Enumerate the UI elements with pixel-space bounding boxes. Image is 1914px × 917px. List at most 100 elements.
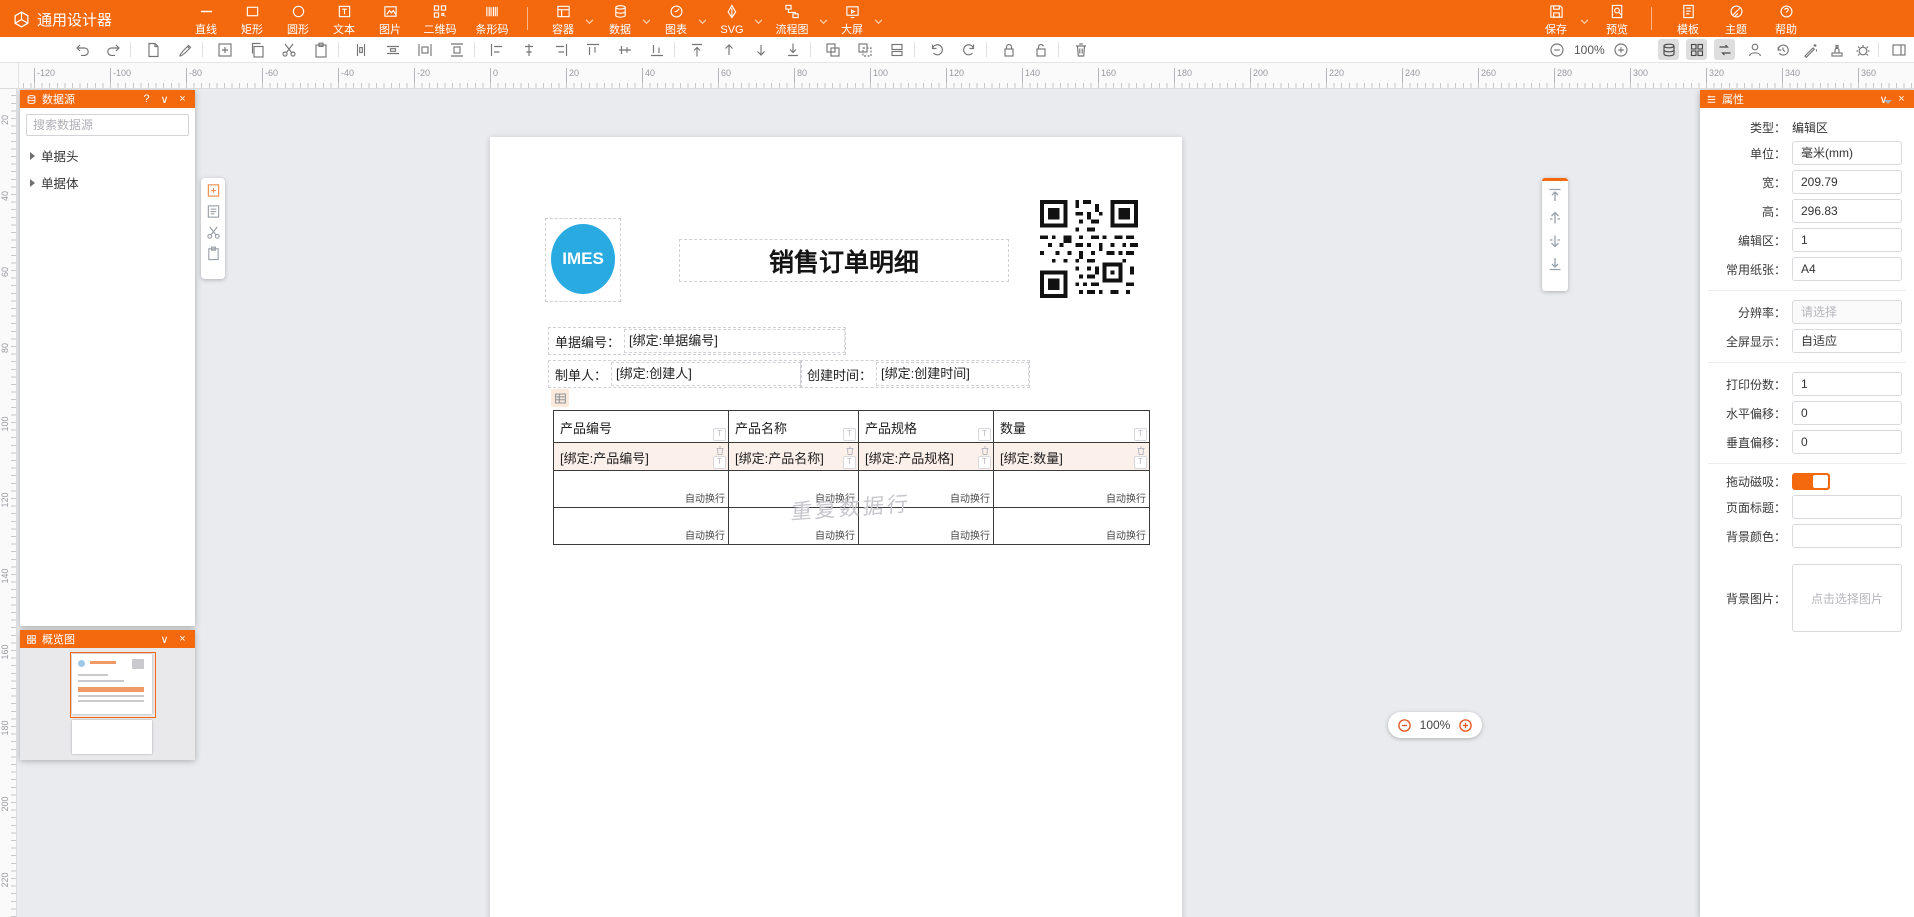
debug-button[interactable] <box>1852 39 1873 60</box>
layer-order-button[interactable] <box>886 39 907 60</box>
overview-panel-header[interactable]: 概览图 ∨ × <box>20 630 195 648</box>
tool-rect[interactable]: 矩形 <box>241 4 263 36</box>
tree-item-doc-body[interactable]: 单据体 <box>20 169 195 196</box>
properties-close-button[interactable]: × <box>1895 93 1908 105</box>
paper-select[interactable]: A4 <box>1792 257 1902 281</box>
binding-cell[interactable]: [绑定:产品名称]T <box>729 443 859 470</box>
width-input[interactable]: 209.79 <box>1792 170 1902 194</box>
format-painter-button[interactable] <box>174 39 195 60</box>
zoom-out-button[interactable] <box>1546 39 1567 60</box>
panel-datasource-toggle[interactable] <box>1658 39 1679 60</box>
add-section-icon[interactable] <box>206 183 221 198</box>
binding-cell[interactable]: [绑定:数量]T <box>994 443 1149 470</box>
logo-element[interactable]: IMES <box>545 218 621 302</box>
help-button[interactable]: 帮助 <box>1775 4 1797 36</box>
header-cell[interactable]: 数量T <box>994 411 1149 442</box>
align-middle-button[interactable] <box>614 39 635 60</box>
align-right-button[interactable] <box>550 39 571 60</box>
design-page[interactable]: IMES 销售订单明细 <box>490 137 1182 917</box>
binding-cell[interactable]: [绑定:产品规格]T <box>859 443 994 470</box>
overview-close-button[interactable]: × <box>176 633 189 645</box>
theme-button[interactable]: 主题 <box>1725 4 1747 36</box>
save-button[interactable]: 保存 <box>1545 4 1567 36</box>
move-down-icon[interactable] <box>1547 233 1563 249</box>
tool-qrcode[interactable]: 二维码 <box>424 4 457 36</box>
voffset-input[interactable]: 0 <box>1792 430 1902 454</box>
zoom-out-icon[interactable] <box>1397 718 1412 733</box>
send-to-back-button[interactable] <box>782 39 803 60</box>
overview-collapse-button[interactable]: ∨ <box>158 633 171 646</box>
unit-select[interactable]: 毫米(mm) <box>1792 141 1902 165</box>
overview-viewport-rect[interactable] <box>70 652 156 718</box>
height-input[interactable]: 296.83 <box>1792 199 1902 223</box>
expand-caret-icon[interactable] <box>30 179 35 187</box>
datasource-panel-header[interactable]: 数据源 ? ∨ × <box>20 90 195 108</box>
tool-container[interactable]: 容器 <box>552 4 574 36</box>
align-center-h-button[interactable] <box>518 39 539 60</box>
tool-chart[interactable]: 图表 <box>665 4 687 36</box>
empty-cell[interactable]: 自动换行 <box>994 471 1149 507</box>
panel-overview-toggle[interactable] <box>1686 39 1707 60</box>
undo-button[interactable] <box>72 39 93 60</box>
tool-barcode[interactable]: 条形码 <box>476 4 509 36</box>
move-down-button[interactable] <box>750 39 771 60</box>
doc-no-field[interactable]: 单据编号： [绑定:单据编号] <box>548 327 846 355</box>
template-button[interactable]: 模板 <box>1677 4 1699 36</box>
delete-column-icon[interactable] <box>845 444 856 455</box>
company-logo[interactable]: IMES <box>551 224 615 294</box>
zoom-in-icon[interactable] <box>1458 718 1473 733</box>
maker-binding[interactable]: [绑定:创建人] <box>611 362 801 386</box>
align-top-button[interactable] <box>582 39 603 60</box>
tool-flowchart[interactable]: 流程图 <box>776 4 809 36</box>
maker-field[interactable]: 制单人： [绑定:创建人] <box>548 360 802 388</box>
data-dropdown-icon[interactable] <box>642 12 651 18</box>
paste-button[interactable] <box>310 39 331 60</box>
panel-right-toggle[interactable] <box>1888 39 1909 60</box>
tool-circle[interactable]: 圆形 <box>287 4 309 36</box>
align-bottom-button[interactable] <box>646 39 667 60</box>
header-cell[interactable]: 产品规格T <box>859 411 994 442</box>
paste-icon[interactable] <box>206 246 221 261</box>
overview-thumbnail-area[interactable] <box>20 648 195 760</box>
page-title-input[interactable] <box>1792 495 1902 519</box>
datasource-close-button[interactable]: × <box>176 93 189 105</box>
redo-button[interactable] <box>102 39 123 60</box>
panel-properties-toggle[interactable] <box>1714 39 1735 60</box>
lock-button[interactable] <box>998 39 1019 60</box>
magic-wand-button[interactable] <box>1800 39 1821 60</box>
qr-code-element[interactable] <box>1040 200 1138 298</box>
ctime-field[interactable]: 创建时间： [绑定:创建时间] <box>800 360 1030 388</box>
flowchart-dropdown-icon[interactable] <box>819 12 828 18</box>
detail-table[interactable]: 产品编号T 产品名称T 产品规格T 数量T [绑定:产品编号]T [绑定:产品名… <box>553 410 1150 545</box>
svg-dropdown-icon[interactable] <box>754 12 763 18</box>
user-button[interactable] <box>1744 39 1765 60</box>
zoom-in-button[interactable] <box>1610 39 1631 60</box>
move-up-icon[interactable] <box>1547 210 1563 226</box>
hoffset-input[interactable]: 0 <box>1792 401 1902 425</box>
container-dropdown-icon[interactable] <box>585 12 594 18</box>
insert-button[interactable] <box>214 39 235 60</box>
stamp-button[interactable] <box>1826 39 1847 60</box>
cut-icon[interactable] <box>206 225 221 240</box>
cut-button[interactable] <box>278 39 299 60</box>
distribute-horizontal-button[interactable] <box>382 39 403 60</box>
expand-caret-icon[interactable] <box>30 152 35 160</box>
fullscreen-select[interactable]: 自适应 <box>1792 329 1902 353</box>
history-button[interactable] <box>1772 39 1793 60</box>
tool-bigscreen[interactable]: 大屏 <box>841 4 863 36</box>
copy-button[interactable] <box>246 39 267 60</box>
editarea-input[interactable]: 1 <box>1792 228 1902 252</box>
datasource-collapse-button[interactable]: ∨ <box>158 93 171 106</box>
report-title-element[interactable]: 销售订单明细 <box>679 239 1009 282</box>
header-cell[interactable]: 产品编号T <box>554 411 729 442</box>
ungroup-button[interactable] <box>854 39 875 60</box>
tree-item-doc-header[interactable]: 单据头 <box>20 142 195 169</box>
empty-cell[interactable]: 自动换行 <box>554 508 729 544</box>
align-top-edge-icon[interactable] <box>1547 187 1563 203</box>
table-settings-icon[interactable] <box>551 389 569 407</box>
tool-image[interactable]: 图片 <box>379 4 401 36</box>
chart-dropdown-icon[interactable] <box>698 12 707 18</box>
space-vertical-button[interactable] <box>414 39 435 60</box>
delete-button[interactable] <box>1070 39 1091 60</box>
align-left-button[interactable] <box>486 39 507 60</box>
